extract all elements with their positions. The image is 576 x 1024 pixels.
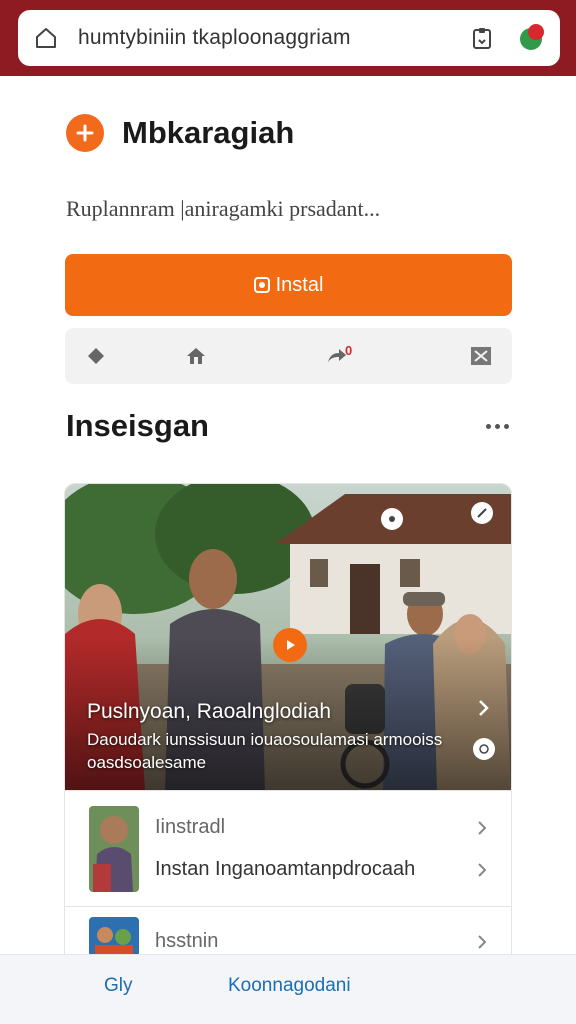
plus-icon	[66, 114, 104, 152]
share-icon[interactable]: 0	[321, 341, 353, 371]
clipboard-icon[interactable]	[468, 24, 496, 52]
featured-title: Puslnyoan, Raoalnglodiah	[87, 700, 332, 723]
address-bar[interactable]: humtybiniin tkaploonaggriam	[18, 10, 560, 66]
featured-description: Daoudark iunssisuun iouaosoulamasi armoo…	[87, 730, 443, 772]
bottom-bar: Gly Koonnagodani	[0, 954, 576, 1024]
profile-dot-icon[interactable]	[518, 24, 546, 52]
thumbnail	[89, 805, 139, 892]
house-icon[interactable]	[181, 341, 211, 371]
share-badge: 0	[345, 343, 353, 358]
play-icon[interactable]	[273, 628, 307, 662]
action-row: 0	[65, 328, 512, 384]
photo-tag-icon[interactable]	[381, 508, 403, 530]
list-item-title: Iinstradl	[155, 816, 226, 838]
url-text[interactable]: humtybiniin tkaploonaggriam	[78, 26, 468, 50]
chevron-right-icon[interactable]	[475, 820, 489, 835]
section-title: Inseisgan	[66, 408, 209, 443]
diamond-icon[interactable]	[81, 341, 111, 371]
list-item-subtitle: Instan Inganoamtanpdrocaah	[155, 858, 416, 880]
bottom-center-button[interactable]: Koonnagodani	[228, 975, 351, 997]
install-icon	[253, 277, 270, 293]
list-item-title: hsstnin	[155, 930, 219, 952]
app-title: Mbkaragiah	[122, 115, 295, 150]
related-list: Iinstradl Instan Inganoamtanpdrocaah hss…	[65, 790, 511, 976]
list-item-text: Iinstradl Instan Inganoamtanpdrocaah	[155, 807, 489, 891]
thumbnail	[89, 917, 139, 957]
chevron-right-icon[interactable]	[475, 934, 489, 949]
install-label: Instal	[275, 273, 324, 296]
close-box-icon[interactable]	[466, 341, 496, 371]
home-icon[interactable]	[32, 24, 60, 52]
install-button[interactable]: Instal	[65, 254, 512, 316]
more-options-icon[interactable]	[482, 416, 512, 436]
list-item[interactable]: Iinstradl Instan Inganoamtanpdrocaah	[65, 790, 511, 906]
featured-photo[interactable]: Puslnyoan, Raoalnglodiah Daoudark iunssi…	[65, 484, 511, 790]
app-page: humtybiniin tkaploonaggriam Mbkaragiah R…	[0, 0, 576, 1024]
chevron-right-icon[interactable]	[475, 862, 489, 877]
featured-card[interactable]: Puslnyoan, Raoalnglodiah Daoudark iunssi…	[65, 484, 511, 1014]
edit-icon[interactable]	[471, 502, 493, 524]
next-arrow-icon[interactable]	[473, 698, 493, 718]
bottom-left-button[interactable]: Gly	[104, 975, 133, 997]
section-header: Inseisgan	[66, 408, 512, 444]
browser-top-bar: humtybiniin tkaploonaggriam	[0, 0, 576, 76]
app-header: Mbkaragiah	[66, 114, 294, 152]
app-subtitle: Ruplannram |aniragamki prsadant...	[66, 196, 381, 221]
